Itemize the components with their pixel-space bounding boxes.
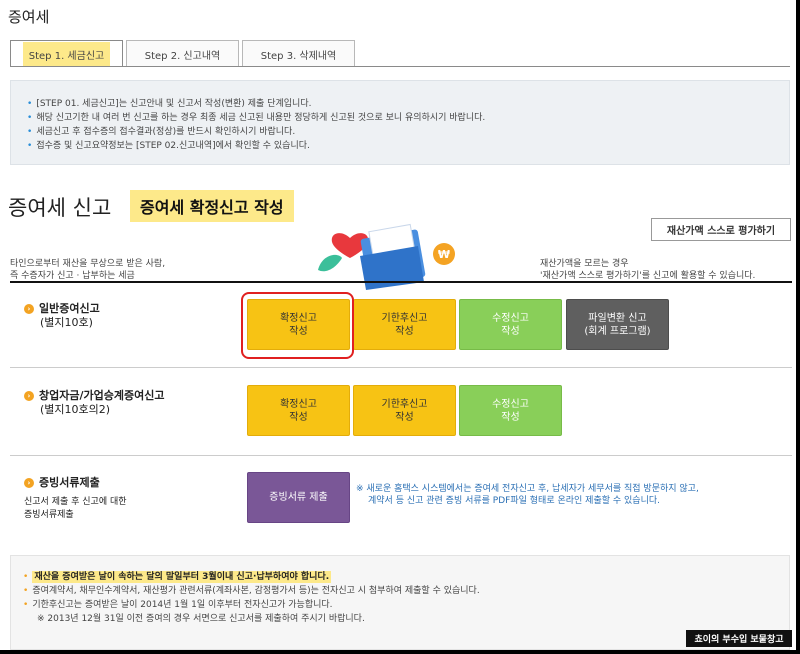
tab-step1-label: Step 1. 세금신고 bbox=[22, 41, 111, 67]
step-tabs: Step 1. 세금신고 Step 2. 신고내역 Step 3. 삭제내역 bbox=[10, 40, 358, 67]
tax-description: 타인으로부터 재산을 무상으로 받은 사람, 즉 수증자가 신고 · 납부하는 … bbox=[10, 259, 166, 281]
category-general: › 일반증여신고 (별지10호) bbox=[24, 302, 100, 330]
arrow-bullet-icon: › bbox=[24, 478, 34, 488]
tab-divider bbox=[10, 66, 790, 67]
tab-step3[interactable]: Step 3. 삭제내역 bbox=[242, 40, 355, 67]
highlight-circle bbox=[241, 292, 354, 359]
info-item: [STEP 01. 세금신고]는 신고안내 및 신고서 작성(변환) 제출 단계… bbox=[27, 97, 789, 111]
proof-notice: ※ 새로운 홈택스 시스템에서는 증여세 전자신고 후, 납세자가 세무서를 직… bbox=[356, 484, 699, 506]
leaf-icon bbox=[318, 254, 342, 272]
self-evaluate-button[interactable]: 재산가액 스스로 평가하기 bbox=[651, 218, 791, 241]
general-late-return-button[interactable]: 기한후신고 작성 bbox=[353, 299, 456, 350]
row-divider bbox=[10, 367, 792, 368]
tab-step2[interactable]: Step 2. 신고내역 bbox=[126, 40, 239, 67]
proof-submit-button[interactable]: 증빙서류 제출 bbox=[247, 472, 350, 523]
category-startup: › 창업자금/가업승계증여신고 (별지10호의2) bbox=[24, 389, 164, 417]
envelope-illustration: ₩ bbox=[318, 223, 455, 290]
info-item: 세금신고 후 접수증의 접수결과(정상)를 반드시 확인하시기 바랍니다. bbox=[27, 125, 789, 139]
startup-final-return-button[interactable]: 확정신고 작성 bbox=[247, 385, 350, 436]
info-item: 접수증 및 신고요약정보는 [STEP 02.신고내역]에서 확인할 수 있습니… bbox=[27, 139, 789, 153]
page-title: 증여세 bbox=[8, 8, 50, 26]
watermark: 쵸이의 부수입 보물창고 bbox=[686, 630, 792, 647]
tab-step1[interactable]: Step 1. 세금신고 bbox=[10, 40, 123, 67]
section-title: 증여세 신고 bbox=[8, 196, 112, 220]
row-divider bbox=[10, 455, 792, 456]
arrow-bullet-icon: › bbox=[24, 304, 34, 314]
startup-amended-return-button[interactable]: 수정신고 작성 bbox=[459, 385, 562, 436]
note-item: 증여계약서, 채무인수계약서, 재산평가 관련서류(계좌사본, 감정평가서 등)… bbox=[23, 584, 789, 598]
note-item: 기한후신고는 증여받은 날이 2014년 1월 1일 이후부터 전자신고가 가능… bbox=[23, 598, 789, 612]
svg-text:₩: ₩ bbox=[438, 248, 450, 261]
page-frame: 증여세 Step 1. 세금신고 Step 2. 신고내역 Step 3. 삭제… bbox=[0, 0, 796, 650]
section-badge: 증여세 확정신고 작성 bbox=[130, 190, 294, 222]
bottom-notes: 재산을 증여받은 날이 속하는 달의 말일부터 3월이내 신고·납부하여야 합니… bbox=[10, 555, 790, 650]
startup-late-return-button[interactable]: 기한후신고 작성 bbox=[353, 385, 456, 436]
general-amended-return-button[interactable]: 수정신고 작성 bbox=[459, 299, 562, 350]
info-box: [STEP 01. 세금신고]는 신고안내 및 신고서 작성(변환) 제출 단계… bbox=[10, 80, 790, 165]
note-item: ※ 2013년 12월 31일 이전 증여의 경우 서면으로 신고서를 제출하여… bbox=[37, 614, 365, 624]
arrow-bullet-icon: › bbox=[24, 391, 34, 401]
general-file-convert-button[interactable]: 파일변환 신고 (회계 프로그램) bbox=[566, 299, 669, 350]
note-item: 재산을 증여받은 날이 속하는 달의 말일부터 3월이내 신고·납부하여야 합니… bbox=[23, 570, 789, 584]
category-proof: › 증빙서류제출 신고서 제출 후 신고에 대한 증빙서류제출 bbox=[24, 476, 127, 520]
evaluate-description: 재산가액을 모르는 경우 '재산가액 스스로 평가하기'를 신고에 활용할 수 … bbox=[540, 259, 756, 281]
section-rule bbox=[10, 281, 792, 283]
info-item: 해당 신고기한 내 여러 번 신고를 하는 경우 최종 세금 신고된 내용만 정… bbox=[27, 111, 789, 125]
